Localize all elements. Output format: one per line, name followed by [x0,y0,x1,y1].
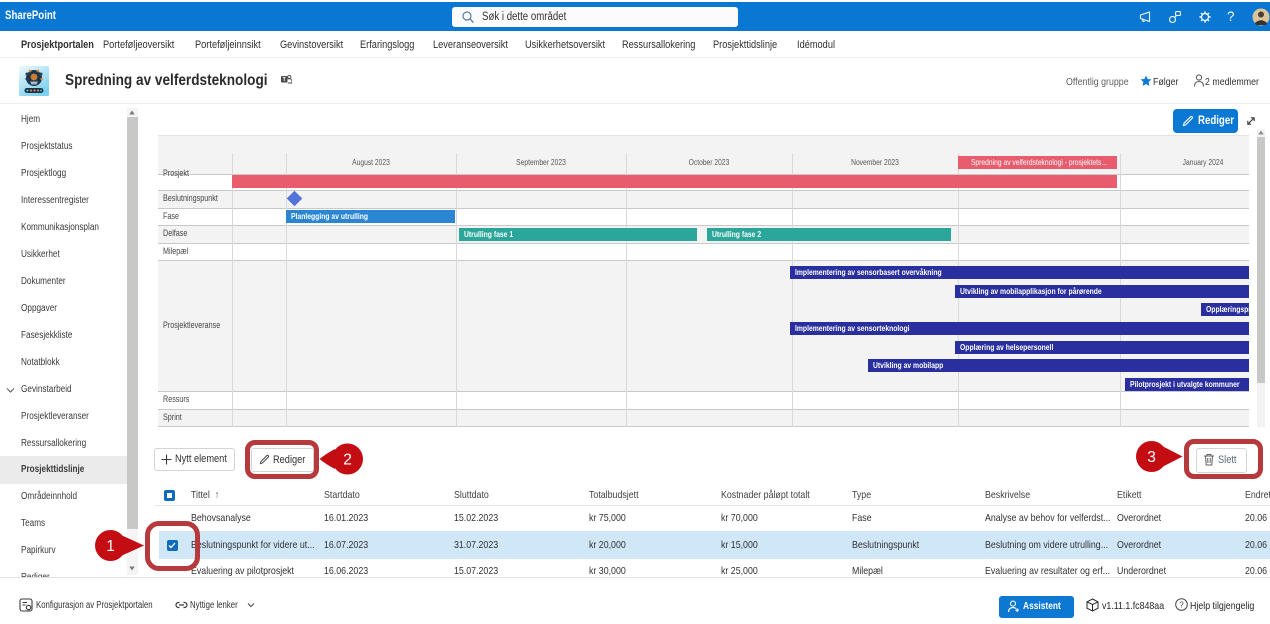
svg-text:3: 3 [1147,449,1156,466]
svg-text:2: 2 [343,452,352,469]
svg-text:?: ? [1179,600,1184,609]
svg-text:1: 1 [106,538,115,555]
